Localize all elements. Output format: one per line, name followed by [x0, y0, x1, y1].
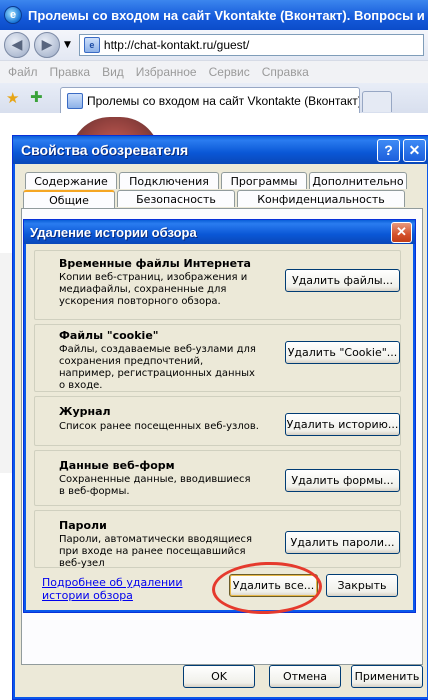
section-title: Временные файлы Интернета: [59, 257, 251, 270]
delete-history-title: Удаление истории обзора: [30, 224, 197, 240]
menu-view[interactable]: Вид: [102, 65, 124, 79]
menu-tools[interactable]: Сервис: [209, 65, 250, 79]
delete-history-button[interactable]: Удалить историю...: [285, 413, 400, 436]
section-description: Сохраненные данные, вводившиеся в веб-фо…: [59, 474, 251, 497]
menu-edit[interactable]: Правка: [50, 65, 91, 79]
tab-bar: ★ ✚ Пролемы со входом на сайт Vkontakte …: [0, 83, 428, 114]
section-description: Копии веб-страниц, изображения и медиафа…: [59, 272, 248, 307]
new-tab-button[interactable]: [362, 91, 392, 112]
close-button[interactable]: Закрыть: [326, 574, 398, 597]
menu-favorites[interactable]: Избранное: [136, 65, 197, 79]
section-title: Журнал: [59, 405, 111, 418]
internet-options-title-bar: Свойства обозревателя ? ✕: [13, 136, 428, 164]
section-title: Пароли: [59, 519, 107, 532]
delete-history-title-bar: Удаление истории обзора ✕: [24, 220, 415, 244]
internet-explorer-icon: e: [4, 6, 22, 24]
section-form-data: Данные веб-форм Сохраненные данные, ввод…: [34, 450, 401, 506]
section-passwords: Пароли Пароли, автоматически вводящиеся …: [34, 510, 401, 569]
delete-passwords-button[interactable]: Удалить пароли...: [285, 531, 400, 554]
delete-cookies-button[interactable]: Удалить "Cookie"...: [285, 341, 400, 364]
section-title: Файлы "cookie": [59, 329, 159, 342]
browser-title-bar: e Пролемы со входом на сайт Vkontakte (В…: [0, 0, 428, 30]
tab-privacy[interactable]: Конфиденциальность: [237, 190, 405, 207]
menu-help[interactable]: Справка: [262, 65, 309, 79]
navigation-bar: ◀ ▶ ▼ e http://chat-kontakt.ru/guest/: [0, 30, 428, 60]
menu-file[interactable]: Файл: [8, 65, 38, 79]
tab-general[interactable]: Общие: [23, 190, 115, 209]
section-description: Файлы, создаваемые веб-узлами для сохран…: [59, 344, 256, 391]
tab-advanced[interactable]: Дополнительно: [309, 172, 407, 189]
section-history: Журнал Список ранее посещенных веб-узлов…: [34, 396, 401, 446]
learn-more-link[interactable]: Подробнее об удалении истории обзора: [42, 576, 208, 602]
address-url: http://chat-kontakt.ru/guest/: [103, 38, 250, 52]
tab-content[interactable]: Содержание: [25, 172, 117, 189]
page-icon: e: [83, 37, 100, 53]
section-cookies: Файлы "cookie" Файлы, создаваемые веб-уз…: [34, 324, 401, 392]
section-title: Данные веб-форм: [59, 459, 175, 472]
tab-page-icon: [67, 93, 83, 109]
address-bar[interactable]: e http://chat-kontakt.ru/guest/: [78, 34, 424, 56]
browser-window-title: Пролемы со входом на сайт Vkontakte (Вко…: [28, 7, 428, 23]
cancel-button[interactable]: Отмена: [269, 665, 341, 688]
history-dropdown-icon[interactable]: ▼: [64, 40, 71, 50]
help-icon[interactable]: ?: [377, 138, 400, 162]
tab-programs[interactable]: Программы: [221, 172, 307, 189]
internet-options-title: Свойства обозревателя: [21, 142, 189, 158]
add-favorite-icon[interactable]: ✚: [30, 88, 43, 106]
browser-tab-active[interactable]: Пролемы со входом на сайт Vkontakte (Вко…: [60, 87, 360, 114]
section-temp-files: Временные файлы Интернета Копии веб-стра…: [34, 250, 401, 320]
menu-bar: Файл Правка Вид Избранное Сервис Справка: [0, 60, 428, 84]
back-arrow-icon[interactable]: ◀: [4, 32, 30, 58]
delete-files-button[interactable]: Удалить файлы...: [285, 269, 400, 292]
tabs-row-bottom: Общие Безопасность Конфиденциальность: [23, 190, 407, 209]
browser-tab-title: Пролемы со входом на сайт Vkontakte (Вко…: [87, 94, 360, 108]
forward-arrow-icon[interactable]: ▶: [34, 32, 60, 58]
section-description: Пароли, автоматически вводящиеся при вхо…: [59, 534, 253, 569]
close-icon[interactable]: ✕: [391, 221, 412, 243]
tab-security[interactable]: Безопасность: [117, 190, 235, 207]
section-description: Список ранее посещенных веб-узлов.: [59, 421, 259, 432]
favorites-star-icon[interactable]: ★: [6, 89, 19, 107]
tabs-row-top: Содержание Подключения Программы Дополни…: [25, 172, 409, 189]
delete-history-dialog: Удаление истории обзора ✕ Временные файл…: [23, 219, 416, 613]
ok-button[interactable]: OK: [183, 665, 255, 688]
apply-button[interactable]: Применить: [351, 665, 423, 688]
close-icon[interactable]: ✕: [403, 138, 426, 162]
tab-connections[interactable]: Подключения: [119, 172, 219, 189]
delete-forms-button[interactable]: Удалить формы...: [285, 469, 400, 492]
